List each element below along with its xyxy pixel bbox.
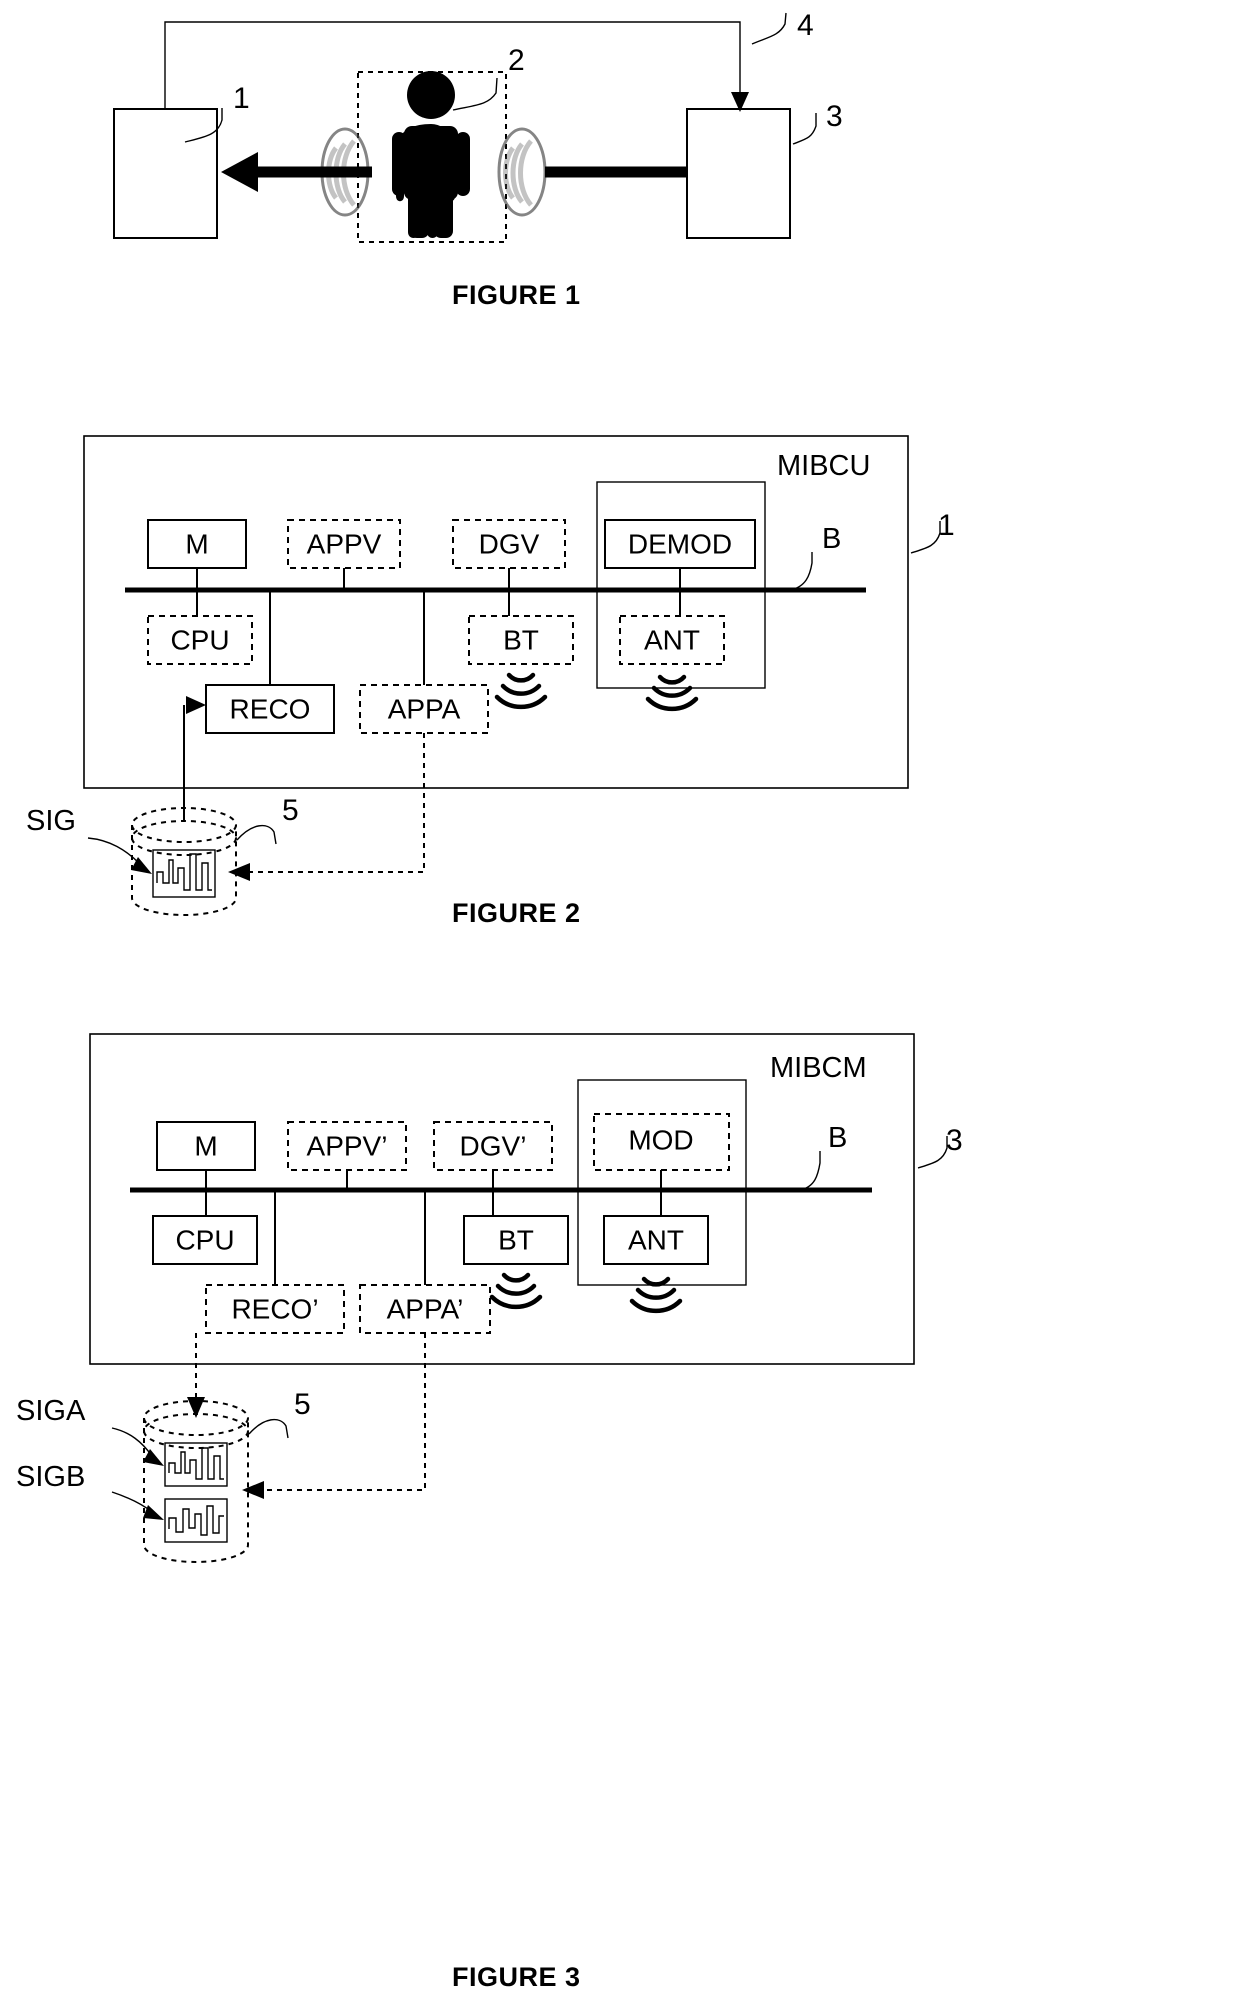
user-silhouette <box>392 71 470 238</box>
figure-2-graphic: MIBCU B 1 M APPV DGV DEMOD CPU BT ANT RE… <box>26 435 955 916</box>
waveform-a-icon <box>164 1442 228 1487</box>
fig3-siga-leader <box>111 1427 153 1457</box>
fig3-ref-3: 3 <box>946 1124 963 1157</box>
fig2-block-dgv-label: DGV <box>479 528 540 559</box>
figure-2-caption: FIGURE 2 <box>452 898 581 928</box>
fig3-leader-3 <box>917 1136 948 1169</box>
fig2-block-m-label: M <box>185 528 208 559</box>
leader-4 <box>751 12 787 45</box>
fig3-block-mod-label: MOD <box>628 1124 693 1155</box>
fig2-ref-1: 1 <box>938 509 955 542</box>
fig3-block-dgv-label: DGV’ <box>460 1130 527 1161</box>
fig1-right-box <box>686 108 791 239</box>
fig2-block-appv-label: APPV <box>307 528 382 559</box>
fig3-block-reco-label: RECO’ <box>231 1293 318 1324</box>
fig2-leader-5 <box>236 824 277 845</box>
fig2-device-frame <box>83 435 909 789</box>
fig2-leader-1 <box>910 521 941 554</box>
fig2-appa-to-store-arrowhead <box>228 863 250 881</box>
fig3-appa-to-store-arrowhead <box>242 1481 264 1499</box>
figure-1-graphic: 1 2 3 4 <box>113 9 843 243</box>
fig3-block-appa-label: APPA’ <box>387 1293 464 1324</box>
patent-drawing-sheet: 1 2 3 4 FIGURE 1 MIBCU B 1 M APPV DGV DE… <box>0 0 1240 2003</box>
bt-wave-icon <box>494 672 548 710</box>
leader-3 <box>792 113 817 145</box>
fig3-block-bt-label: BT <box>498 1224 534 1255</box>
fig3-block-m-label: M <box>194 1130 217 1161</box>
waveform-icon <box>152 849 216 898</box>
sound-wave-right-icon <box>497 127 547 217</box>
fig1-left-box <box>113 108 218 239</box>
fig3-block-cpu-label: CPU <box>175 1224 234 1255</box>
fig3-sigb-label: SIGB <box>16 1461 85 1493</box>
fig2-sig-arrowhead <box>131 857 152 874</box>
fig1-ref-4: 4 <box>797 9 814 42</box>
fig2-block-cpu-label: CPU <box>170 624 229 655</box>
fig3-ref-5: 5 <box>294 1388 311 1421</box>
fig3-bus-leader <box>799 1151 821 1191</box>
signal-arrow-head-left <box>221 152 258 192</box>
fig2-block-appa-label: APPA <box>388 693 461 724</box>
fig2-ref-5: 5 <box>282 794 299 827</box>
fig2-signal-store <box>131 807 237 916</box>
fig2-block-bt-label: BT <box>503 624 539 655</box>
fig3-sigb-leader <box>111 1491 153 1513</box>
fig3-signal-store <box>143 1400 249 1563</box>
fig2-block-reco-label: RECO <box>230 693 311 724</box>
fig2-bus-leader <box>789 552 813 591</box>
fig3-bt-wave-icon <box>489 1272 543 1310</box>
fig3-siga-label: SIGA <box>16 1395 86 1427</box>
fig3-ant-wave-icon <box>629 1276 683 1314</box>
fig1-ref-1: 1 <box>233 82 250 115</box>
fig3-bus-label: B <box>828 1122 847 1154</box>
figure-3-graphic: MIBCM B 3 M APPV’ DGV’ MOD CPU BT ANT RE… <box>16 1033 963 1563</box>
fig2-block-demod-label: DEMOD <box>628 528 732 559</box>
fig1-ref-3: 3 <box>826 100 843 133</box>
figure-1-caption: FIGURE 1 <box>452 280 581 310</box>
fig3-block-appv-label: APPV’ <box>307 1130 388 1161</box>
fig2-bus-label: B <box>822 523 841 555</box>
fig1-ref-2: 2 <box>508 44 525 77</box>
fig3-mibcm-label: MIBCM <box>770 1052 867 1084</box>
fig3-block-ant-label: ANT <box>628 1224 684 1255</box>
fig2-appa-to-store <box>248 733 425 873</box>
waveform-b-icon <box>164 1498 228 1543</box>
figure-3-caption: FIGURE 3 <box>452 1962 581 1992</box>
fig2-block-ant-label: ANT <box>644 624 700 655</box>
leader-2 <box>452 77 498 111</box>
fig3-reco-to-store-arrowhead <box>187 1397 205 1418</box>
ant-wave-icon <box>645 674 699 712</box>
fig3-leader-5 <box>248 1418 289 1439</box>
fig2-store-to-reco-arrowhead <box>186 696 206 714</box>
fig3-siga-arrowhead <box>143 1449 164 1466</box>
fig3-appa-to-store <box>262 1333 426 1491</box>
fig2-sig-label: SIG <box>26 805 76 837</box>
fig2-mibcu-label: MIBCU <box>777 450 870 482</box>
